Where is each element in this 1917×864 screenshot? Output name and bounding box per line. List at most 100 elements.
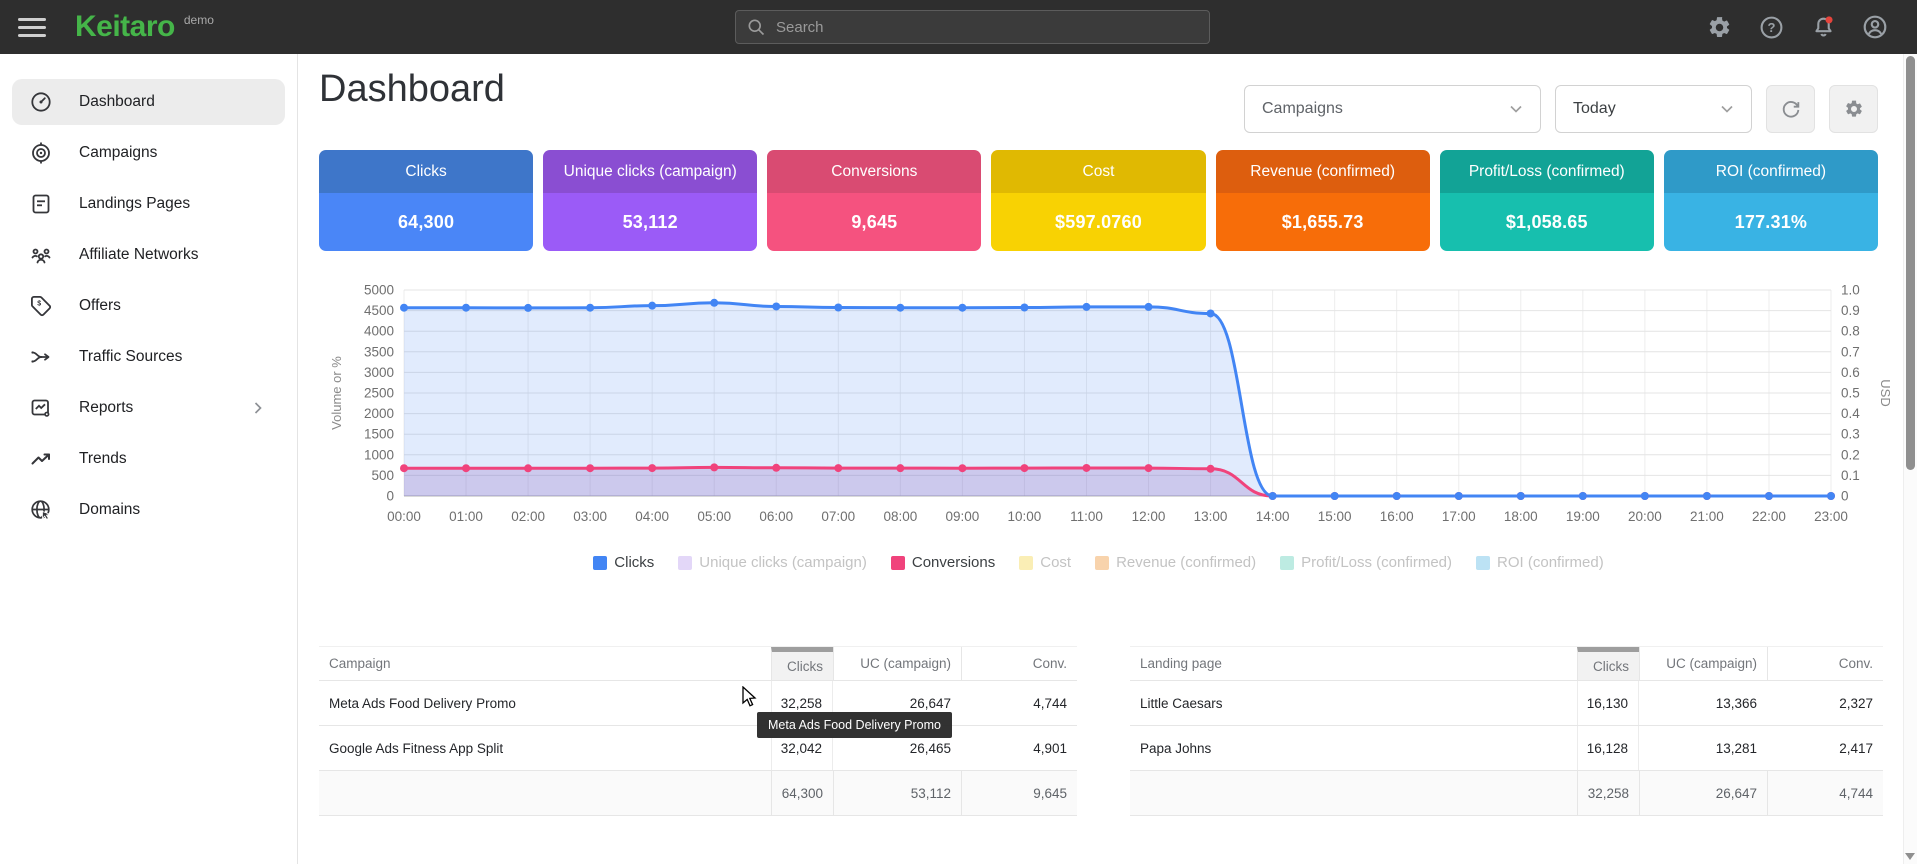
- table-cell: 13,366: [1639, 681, 1767, 725]
- app-logo[interactable]: Keitaro demo: [75, 0, 214, 54]
- svg-text:3500: 3500: [364, 344, 394, 359]
- sidebar-item-dashboard[interactable]: Dashboard: [12, 79, 285, 125]
- svg-text:0: 0: [386, 489, 394, 504]
- table-cell: 16,128: [1577, 726, 1639, 770]
- svg-text:0.2: 0.2: [1841, 447, 1860, 462]
- search-input[interactable]: [776, 19, 1199, 36]
- stat-card-value: $1,655.73: [1216, 193, 1430, 251]
- gear-icon: [1707, 15, 1732, 40]
- legend-swatch-icon: [1095, 556, 1109, 570]
- table-row[interactable]: Meta Ads Food Delivery Promo32,25826,647…: [319, 681, 1077, 726]
- legend-item[interactable]: Clicks: [593, 554, 654, 571]
- stat-card-unique-clicks[interactable]: Unique clicks (campaign)53,112: [543, 150, 757, 251]
- settings-button[interactable]: [1705, 13, 1733, 41]
- stat-card-conversions[interactable]: Conversions9,645: [767, 150, 981, 251]
- legend-item[interactable]: Cost: [1019, 554, 1071, 571]
- dashboard-settings-button[interactable]: [1829, 85, 1878, 133]
- account-button[interactable]: [1861, 13, 1889, 41]
- scroll-down-arrow-icon[interactable]: [1905, 853, 1915, 860]
- table-cell: [1130, 771, 1577, 815]
- legend-swatch-icon: [678, 556, 692, 570]
- help-button[interactable]: ?: [1757, 13, 1785, 41]
- table-cell: 4,744: [1767, 771, 1883, 815]
- date-range-select[interactable]: Today: [1555, 85, 1752, 133]
- table-row[interactable]: Google Ads Fitness App Split32,04226,465…: [319, 726, 1077, 771]
- svg-text:07:00: 07:00: [821, 509, 855, 524]
- legend-item[interactable]: Profit/Loss (confirmed): [1280, 554, 1452, 571]
- svg-text:1.0: 1.0: [1841, 283, 1860, 298]
- sidebar-item-reports[interactable]: Reports: [12, 385, 285, 431]
- page-scrollbar[interactable]: [1903, 54, 1917, 864]
- gear-icon: [1844, 99, 1864, 119]
- sidebar-item-landings-pages[interactable]: Landings Pages: [12, 181, 285, 227]
- svg-text:02:00: 02:00: [511, 509, 545, 524]
- table-cell: Papa Johns: [1130, 726, 1577, 770]
- domains-icon: [29, 498, 53, 522]
- legend-swatch-icon: [891, 556, 905, 570]
- sidebar-item-campaigns[interactable]: Campaigns: [12, 130, 285, 176]
- stat-cards: Clicks64,300 Unique clicks (campaign)53,…: [319, 150, 1878, 251]
- svg-text:13:00: 13:00: [1194, 509, 1228, 524]
- entity-filter-select[interactable]: Campaigns: [1244, 85, 1541, 133]
- sidebar-item-domains[interactable]: Domains: [12, 487, 285, 533]
- stat-card-roi[interactable]: ROI (confirmed)177.31%: [1664, 150, 1878, 251]
- svg-text:05:00: 05:00: [697, 509, 731, 524]
- sidebar-item-label: Traffic Sources: [79, 348, 182, 366]
- sidebar-item-label: Campaigns: [79, 144, 157, 162]
- table-row[interactable]: Papa Johns16,12813,2812,417: [1130, 726, 1883, 771]
- svg-text:5000: 5000: [364, 283, 394, 298]
- table-cell: 53,112: [833, 771, 961, 815]
- topbar: Keitaro demo ?: [0, 0, 1917, 54]
- legend-item[interactable]: Unique clicks (campaign): [678, 554, 867, 571]
- stat-card-cost[interactable]: Cost$597.0760: [991, 150, 1205, 251]
- svg-text:1000: 1000: [364, 447, 394, 462]
- svg-text:4500: 4500: [364, 303, 394, 318]
- stat-card-clicks[interactable]: Clicks64,300: [319, 150, 533, 251]
- table-header-row: Landing pageClicksUC (campaign)Conv.: [1130, 646, 1883, 681]
- legend-label: Conversions: [912, 554, 995, 571]
- legend-item[interactable]: Conversions: [891, 554, 995, 571]
- column-header[interactable]: Clicks: [771, 647, 833, 680]
- notifications-button[interactable]: [1809, 13, 1837, 41]
- svg-text:19:00: 19:00: [1566, 509, 1600, 524]
- column-header[interactable]: Clicks: [1577, 647, 1639, 680]
- stat-card-profit-loss[interactable]: Profit/Loss (confirmed)$1,058.65: [1440, 150, 1654, 251]
- column-header[interactable]: Campaign: [319, 647, 771, 680]
- chart-legend: Clicks Unique clicks (campaign) Conversion…: [319, 554, 1878, 571]
- legend-label: ROI (confirmed): [1497, 554, 1604, 571]
- table-cell: Meta Ads Food Delivery Promo: [319, 681, 771, 725]
- sidebar-item-trends[interactable]: Trends: [12, 436, 285, 482]
- column-header[interactable]: UC (campaign): [833, 647, 961, 680]
- column-header[interactable]: Landing page: [1130, 647, 1577, 680]
- date-range-value: Today: [1573, 100, 1703, 118]
- global-search[interactable]: [735, 10, 1210, 44]
- menu-toggle-button[interactable]: [18, 14, 46, 40]
- stat-card-revenue[interactable]: Revenue (confirmed)$1,655.73: [1216, 150, 1430, 251]
- svg-text:2000: 2000: [364, 406, 394, 421]
- legend-item[interactable]: Revenue (confirmed): [1095, 554, 1256, 571]
- sidebar-item-traffic-sources[interactable]: Traffic Sources: [12, 334, 285, 380]
- svg-text:Volume or %: Volume or %: [329, 356, 344, 430]
- logo-text: Keitaro: [75, 10, 175, 44]
- svg-text:0: 0: [1841, 489, 1849, 504]
- table-cell: 2,327: [1767, 681, 1883, 725]
- refresh-button[interactable]: [1766, 85, 1815, 133]
- stat-card-label: ROI (confirmed): [1664, 150, 1878, 193]
- stat-card-value: 53,112: [543, 193, 757, 251]
- column-header[interactable]: Conv.: [961, 647, 1077, 680]
- column-header[interactable]: UC (campaign): [1639, 647, 1767, 680]
- table-cell: Google Ads Fitness App Split: [319, 726, 771, 770]
- stat-card-label: Conversions: [767, 150, 981, 193]
- sidebar-item-offers[interactable]: $ Offers: [12, 283, 285, 329]
- svg-text:?: ?: [1767, 20, 1775, 35]
- table-cell: 16,130: [1577, 681, 1639, 725]
- sidebar-item-affiliate-networks[interactable]: Affiliate Networks: [12, 232, 285, 278]
- legend-item[interactable]: ROI (confirmed): [1476, 554, 1604, 571]
- svg-text:0.1: 0.1: [1841, 468, 1860, 483]
- svg-text:23:00: 23:00: [1814, 509, 1848, 524]
- column-header[interactable]: Conv.: [1767, 647, 1883, 680]
- table-cell: 13,281: [1639, 726, 1767, 770]
- scrollbar-thumb[interactable]: [1906, 56, 1915, 470]
- landings-table: Landing pageClicksUC (campaign)Conv.Litt…: [1130, 646, 1883, 816]
- table-row[interactable]: Little Caesars16,13013,3662,327: [1130, 681, 1883, 726]
